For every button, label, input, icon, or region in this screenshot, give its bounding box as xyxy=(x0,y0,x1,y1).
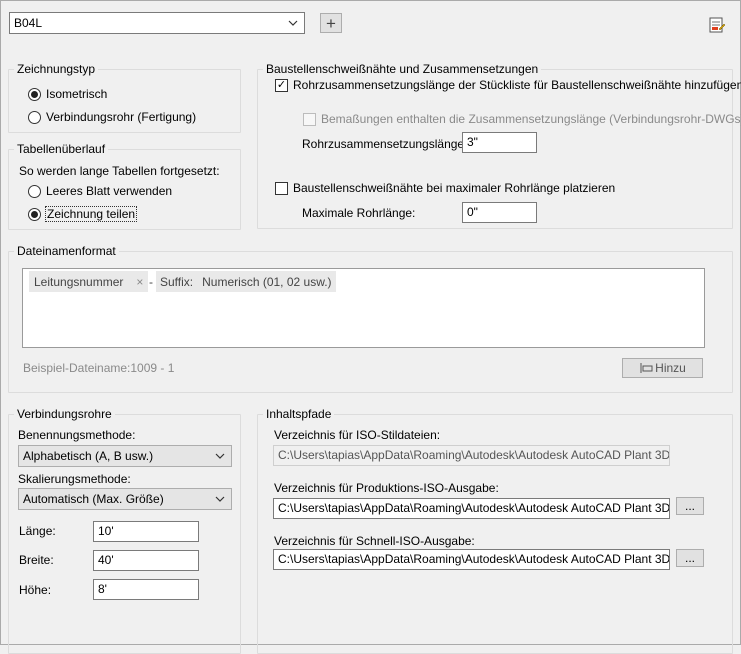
checkbox-add-length[interactable]: ✓ Rohrzusammensetzungslänge der Stücklis… xyxy=(275,78,741,92)
radio-dot xyxy=(28,87,41,101)
assembly-length-label: Rohrzusammensetzungslänge: xyxy=(302,137,468,151)
width-field[interactable]: 40' xyxy=(93,550,199,571)
naming-method-value: Alphabetisch (A, B usw.) xyxy=(23,449,154,463)
token-leitungsnummer[interactable]: Leitungsnummer × xyxy=(29,271,149,292)
checkbox-max-length[interactable]: Baustellenschweißnähte bei maximaler Roh… xyxy=(275,181,615,195)
config-dropdown[interactable]: B04L xyxy=(9,12,305,34)
height-label: Höhe: xyxy=(19,583,52,597)
filename-format-box[interactable]: Leitungsnummer × - Suffix: Numerisch (01… xyxy=(22,268,705,348)
scale-method-value: Automatisch (Max. Größe) xyxy=(23,492,164,506)
example-filename: Beispiel-Dateiname:1009 - 1 xyxy=(23,361,175,375)
add-token-button[interactable]: Hinzu xyxy=(622,358,703,378)
max-length-field[interactable]: 0" xyxy=(462,202,537,223)
config-dropdown-value: B04L xyxy=(14,16,43,30)
chevron-down-icon xyxy=(215,453,225,459)
add-config-button[interactable]: + xyxy=(320,13,342,33)
browse-label: ... xyxy=(684,499,695,513)
settings-icon-button[interactable] xyxy=(707,15,727,35)
radio-leeres-blatt[interactable]: Leeres Blatt verwenden xyxy=(28,184,172,198)
checkbox-add-length-label: Rohrzusammensetzungslänge der Stückliste… xyxy=(293,78,741,92)
radio-verbindungsrohr[interactable]: Verbindungsrohr (Fertigung) xyxy=(28,110,196,124)
baustelle-title: Baustellenschweißnähte und Zusammensetzu… xyxy=(263,62,542,76)
prod-dir-browse-button[interactable]: ... xyxy=(676,497,704,515)
radio-zeichnung-teilen-label: Zeichnung teilen xyxy=(44,206,138,222)
radio-dot xyxy=(28,207,41,221)
checkbox-dims[interactable]: Bemaßungen enthalten die Zusammensetzung… xyxy=(303,112,741,126)
radio-dot xyxy=(28,184,41,198)
length-field[interactable]: 10' xyxy=(93,521,199,542)
token-suffix[interactable]: Suffix: Numerisch (01, 02 usw.) xyxy=(156,271,336,292)
prod-dir-field[interactable]: C:\Users\tapias\AppData\Roaming\Autodesk… xyxy=(273,498,670,519)
chevron-down-icon xyxy=(215,496,225,502)
checkbox-box xyxy=(303,112,316,126)
height-field[interactable]: 8' xyxy=(93,579,199,600)
prod-dir-label: Verzeichnis für Produktions-ISO-Ausgabe: xyxy=(274,481,499,495)
scale-method-dropdown[interactable]: Automatisch (Max. Größe) xyxy=(18,488,232,510)
browse-label: ... xyxy=(684,551,695,565)
scale-method-label: Skalierungsmethode: xyxy=(18,472,131,486)
quick-dir-field[interactable]: C:\Users\tapias\AppData\Roaming\Autodesk… xyxy=(273,549,670,570)
quick-dir-browse-button[interactable]: ... xyxy=(676,549,704,567)
width-label: Breite: xyxy=(19,553,54,567)
checkmark-icon: ✓ xyxy=(275,78,288,92)
radio-isometrisch-label: Isometrisch xyxy=(46,87,108,101)
chevron-down-icon xyxy=(288,20,298,26)
token-leitungsnummer-label: Leitungsnummer xyxy=(34,274,124,289)
verbindung-title: Verbindungsrohre xyxy=(14,407,115,421)
checkbox-dims-label: Bemaßungen enthalten die Zusammensetzung… xyxy=(321,112,741,126)
max-length-label: Maximale Rohrlänge: xyxy=(302,206,416,220)
tabelle-prompt: So werden lange Tabellen fortgesetzt: xyxy=(19,164,220,178)
quick-dir-label: Verzeichnis für Schnell-ISO-Ausgabe: xyxy=(274,534,475,548)
assembly-length-field[interactable]: 3" xyxy=(462,132,537,153)
naming-method-label: Benennungsmethode: xyxy=(18,428,136,442)
radio-isometrisch[interactable]: Isometrisch xyxy=(28,87,107,101)
length-label: Länge: xyxy=(19,524,56,538)
token-suffix-label: Suffix: xyxy=(160,274,194,289)
radio-leeres-blatt-label: Leeres Blatt verwenden xyxy=(46,184,173,198)
radio-dot xyxy=(28,110,41,124)
token-separator: - xyxy=(149,275,153,289)
checkbox-box xyxy=(275,181,288,195)
radio-verbindungsrohr-label: Verbindungsrohr (Fertigung) xyxy=(46,110,197,124)
edit-sheet-icon xyxy=(709,17,726,33)
naming-method-dropdown[interactable]: Alphabetisch (A, B usw.) xyxy=(18,445,232,467)
checkbox-max-length-label: Baustellenschweißnähte bei maximaler Roh… xyxy=(293,181,616,195)
remove-token-icon[interactable]: × xyxy=(136,275,143,289)
add-token-label: Hinzu xyxy=(655,361,686,375)
style-dir-label: Verzeichnis für ISO-Stildateien: xyxy=(274,428,441,442)
inhalt-title: Inhaltspfade xyxy=(263,407,335,421)
radio-zeichnung-teilen[interactable]: Zeichnung teilen xyxy=(28,206,138,222)
zeichnungstyp-title: Zeichnungstyp xyxy=(14,62,99,76)
insert-token-icon xyxy=(640,363,653,373)
tabelle-title: Tabellenüberlauf xyxy=(14,142,109,156)
dateiname-title: Dateinamenformat xyxy=(14,244,119,258)
style-dir-field[interactable]: C:\Users\tapias\AppData\Roaming\Autodesk… xyxy=(273,445,670,466)
add-config-label: + xyxy=(326,13,336,33)
token-suffix-value: Numerisch (01, 02 usw.) xyxy=(202,274,332,289)
